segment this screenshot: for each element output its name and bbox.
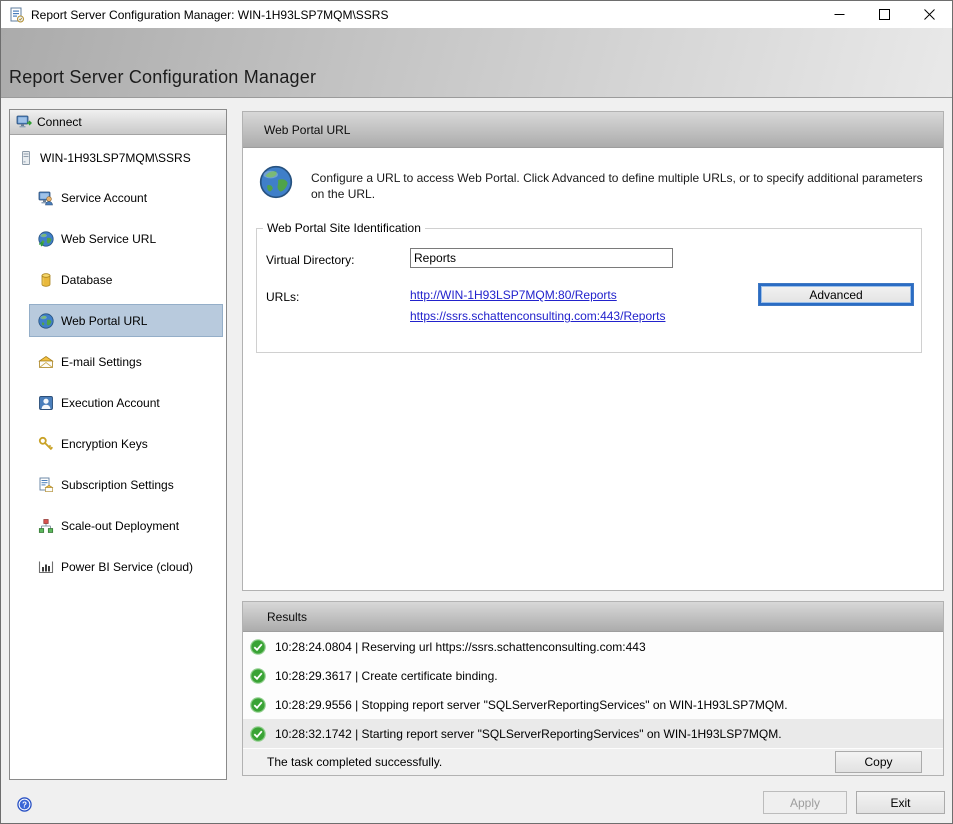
- exit-button[interactable]: Exit: [856, 791, 945, 814]
- sidebar-item-label: Scale-out Deployment: [61, 519, 179, 533]
- success-check-icon: [250, 639, 266, 655]
- sidebar-item-power-bi-service[interactable]: Power BI Service (cloud): [10, 546, 226, 587]
- panel-description: Configure a URL to access Web Portal. Cl…: [311, 170, 929, 202]
- tree-server-node[interactable]: WIN-1H93LSP7MQM\SSRS: [10, 146, 226, 170]
- results-panel-header: Results: [243, 602, 943, 632]
- connect-header[interactable]: Connect: [10, 110, 226, 135]
- result-text: 10:28:24.0804 | Reserving url https://ss…: [275, 640, 646, 654]
- email-icon: [38, 354, 54, 370]
- connect-label: Connect: [37, 115, 82, 129]
- result-text: 10:28:29.3617 | Create certificate bindi…: [275, 669, 498, 683]
- results-panel: Results 10:28:24.0804 | Reserving url ht…: [242, 601, 944, 776]
- app-window: Report Server Configuration Manager: WIN…: [0, 0, 953, 824]
- sidebar-item-label: Execution Account: [61, 396, 160, 410]
- svg-text:?: ?: [22, 801, 27, 810]
- minimize-icon: [834, 9, 845, 20]
- maximize-button[interactable]: [862, 1, 907, 28]
- virtual-directory-label: Virtual Directory:: [266, 253, 354, 267]
- sidebar-item-label: Web Service URL: [61, 232, 156, 246]
- encryption-keys-icon: [38, 436, 54, 452]
- web-portal-url-icon: [38, 313, 54, 329]
- main-panel-title: Web Portal URL: [264, 123, 350, 137]
- success-check-icon: [250, 726, 266, 742]
- main-panel: Web Portal URL Configure a URL to access…: [242, 111, 944, 591]
- sidebar-item-label: E-mail Settings: [61, 355, 142, 369]
- sidebar-item-scale-out-deployment[interactable]: Scale-out Deployment: [10, 505, 226, 546]
- result-row: 10:28:29.3617 | Create certificate bindi…: [243, 661, 943, 690]
- connect-icon: [16, 114, 32, 130]
- result-row: 10:28:24.0804 | Reserving url https://ss…: [243, 632, 943, 661]
- sidebar-items: Service Account Web Service URL Database: [10, 177, 226, 587]
- power-bi-icon: [38, 559, 54, 575]
- main-panel-header: Web Portal URL: [243, 112, 943, 148]
- sidebar-item-subscription-settings[interactable]: Subscription Settings: [10, 464, 226, 505]
- web-portal-site-identification-group: Web Portal Site Identification Virtual D…: [256, 228, 922, 353]
- close-icon: [924, 9, 935, 20]
- title-bar[interactable]: Report Server Configuration Manager: WIN…: [1, 1, 952, 28]
- sidebar-item-label: Encryption Keys: [61, 437, 148, 451]
- sidebar-item-encryption-keys[interactable]: Encryption Keys: [10, 423, 226, 464]
- results-list: 10:28:24.0804 | Reserving url https://ss…: [243, 632, 943, 749]
- sidebar-item-web-portal-url[interactable]: Web Portal URL: [10, 300, 226, 341]
- sidebar-item-execution-account[interactable]: Execution Account: [10, 382, 226, 423]
- result-text: 10:28:29.9556 | Stopping report server "…: [275, 698, 788, 712]
- urls-label: URLs:: [266, 290, 299, 304]
- service-account-icon: [38, 190, 54, 206]
- virtual-directory-input[interactable]: [410, 248, 673, 268]
- subscription-settings-icon: [38, 477, 54, 493]
- database-icon: [38, 272, 54, 288]
- header-band: Report Server Configuration Manager: [1, 28, 952, 98]
- globe-icon: [259, 165, 293, 199]
- advanced-button[interactable]: Advanced: [758, 283, 914, 306]
- window-title: Report Server Configuration Manager: WIN…: [31, 8, 388, 22]
- minimize-button[interactable]: [817, 1, 862, 28]
- web-service-url-icon: [38, 231, 54, 247]
- status-text: The task completed successfully.: [267, 755, 442, 769]
- apply-button[interactable]: Apply: [763, 791, 847, 814]
- results-panel-title: Results: [267, 610, 307, 624]
- result-text: 10:28:32.1742 | Starting report server "…: [275, 727, 782, 741]
- sidebar-item-label: Power BI Service (cloud): [61, 560, 193, 574]
- caption-buttons: [817, 1, 952, 28]
- scale-out-icon: [38, 518, 54, 534]
- sidebar-item-web-service-url[interactable]: Web Service URL: [10, 218, 226, 259]
- sidebar-item-label: Database: [61, 273, 112, 287]
- server-node-label: WIN-1H93LSP7MQM\SSRS: [40, 151, 191, 165]
- sidebar-item-email-settings[interactable]: E-mail Settings: [10, 341, 226, 382]
- execution-account-icon: [38, 395, 54, 411]
- help-icon[interactable]: ?: [17, 797, 32, 812]
- sidebar-item-label: Web Portal URL: [61, 314, 147, 328]
- success-check-icon: [250, 668, 266, 684]
- sidebar-item-label: Service Account: [61, 191, 147, 205]
- success-check-icon: [250, 697, 266, 713]
- result-row: 10:28:29.9556 | Stopping report server "…: [243, 690, 943, 719]
- sidebar: Connect WIN-1H93LSP7MQM\SSRS Service Acc…: [9, 109, 227, 780]
- page-title: Report Server Configuration Manager: [9, 67, 316, 88]
- groupbox-legend: Web Portal Site Identification: [263, 221, 425, 235]
- maximize-icon: [879, 9, 890, 20]
- sidebar-item-service-account[interactable]: Service Account: [10, 177, 226, 218]
- close-button[interactable]: [907, 1, 952, 28]
- copy-button[interactable]: Copy: [835, 751, 922, 773]
- http-url-link[interactable]: http://WIN-1H93LSP7MQM:80/Reports: [410, 288, 617, 302]
- result-row: 10:28:32.1742 | Starting report server "…: [243, 719, 943, 748]
- https-url-link[interactable]: https://ssrs.schattenconsulting.com:443/…: [410, 309, 665, 323]
- app-icon: [9, 7, 25, 23]
- sidebar-item-database[interactable]: Database: [10, 259, 226, 300]
- sidebar-item-label: Subscription Settings: [61, 478, 174, 492]
- server-icon: [18, 150, 34, 166]
